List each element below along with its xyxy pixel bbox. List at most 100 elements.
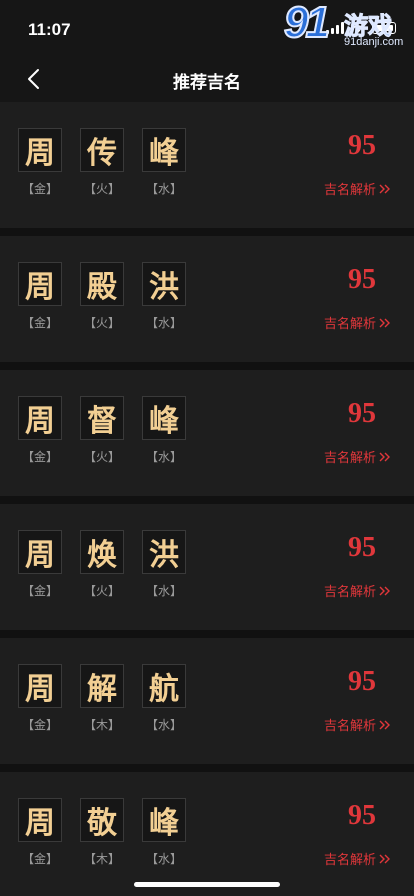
double-chevron-right-icon [379, 720, 390, 729]
name-analysis-link[interactable]: 吉名解析 [324, 313, 392, 332]
character-column: 洪 【水】 [142, 530, 186, 599]
home-indicator[interactable] [134, 882, 280, 887]
five-element-label: 【水】 [145, 852, 182, 866]
name-character: 敬 [80, 798, 124, 842]
character-column: 焕 【火】 [80, 530, 124, 599]
name-characters: 周 【金】 传 【火】 峰 【水】 [18, 128, 204, 197]
double-chevron-right-icon [379, 184, 390, 193]
character-column: 峰 【水】 [142, 128, 186, 197]
character-column: 周 【金】 [18, 664, 62, 733]
name-card[interactable]: 周 【金】 焕 【火】 洪 【水】 95 吉名解析 [0, 504, 414, 630]
name-character: 周 [18, 798, 62, 842]
name-character: 解 [80, 664, 124, 708]
screen: 11:07 91 游戏 91danji.com 推荐吉名 周 【金】 传 【火】… [0, 0, 414, 896]
five-element-label: 【水】 [145, 584, 182, 598]
site-watermark-logo: 91 游戏 91danji.com [282, 0, 410, 54]
name-character: 传 [80, 128, 124, 172]
page-title: 推荐吉名 [173, 73, 241, 93]
name-character: 周 [18, 262, 62, 306]
five-element-label: 【木】 [83, 718, 120, 732]
name-character: 洪 [142, 262, 186, 306]
name-card[interactable]: 周 【金】 传 【火】 峰 【水】 95 吉名解析 [0, 102, 414, 228]
name-character: 峰 [142, 798, 186, 842]
name-character: 焕 [80, 530, 124, 574]
name-score: 95 [348, 532, 376, 563]
analysis-label: 吉名解析 [323, 585, 376, 600]
five-element-label: 【金】 [21, 316, 58, 330]
name-character: 周 [18, 128, 62, 172]
character-column: 周 【金】 [18, 396, 62, 465]
name-list: 周 【金】 传 【火】 峰 【水】 95 吉名解析 周 【金】 殿 【火】 洪 … [0, 102, 414, 896]
status-time: 11:07 [28, 20, 71, 39]
navigation-bar: 推荐吉名 [0, 56, 414, 102]
five-element-label: 【金】 [21, 718, 58, 732]
double-chevron-right-icon [379, 318, 390, 327]
five-element-label: 【火】 [83, 182, 120, 196]
character-column: 峰 【水】 [142, 798, 186, 867]
name-card[interactable]: 周 【金】 殿 【火】 洪 【水】 95 吉名解析 [0, 236, 414, 362]
double-chevron-right-icon [379, 586, 390, 595]
character-column: 殿 【火】 [80, 262, 124, 331]
name-analysis-link[interactable]: 吉名解析 [324, 715, 392, 734]
five-element-label: 【水】 [145, 316, 182, 330]
character-column: 解 【木】 [80, 664, 124, 733]
five-element-label: 【金】 [21, 450, 58, 464]
five-element-label: 【水】 [145, 718, 182, 732]
name-card[interactable]: 周 【金】 解 【木】 航 【水】 95 吉名解析 [0, 638, 414, 764]
name-analysis-link[interactable]: 吉名解析 [324, 179, 392, 198]
name-character: 峰 [142, 128, 186, 172]
name-score: 95 [348, 130, 376, 161]
name-characters: 周 【金】 督 【火】 峰 【水】 [18, 396, 204, 465]
name-character: 周 [18, 396, 62, 440]
five-element-label: 【水】 [145, 450, 182, 464]
name-analysis-link[interactable]: 吉名解析 [324, 849, 392, 868]
character-column: 峰 【水】 [142, 396, 186, 465]
character-column: 周 【金】 [18, 128, 62, 197]
name-card[interactable]: 周 【金】 敬 【木】 峰 【水】 95 吉名解析 [0, 772, 414, 896]
watermark-number: 91 [283, 0, 331, 48]
name-characters: 周 【金】 焕 【火】 洪 【水】 [18, 530, 204, 599]
name-analysis-link[interactable]: 吉名解析 [324, 447, 392, 466]
watermark-domain: 91danji.com [344, 36, 404, 48]
name-card[interactable]: 周 【金】 督 【火】 峰 【水】 95 吉名解析 [0, 370, 414, 496]
name-analysis-link[interactable]: 吉名解析 [324, 581, 392, 600]
five-element-label: 【火】 [83, 450, 120, 464]
five-element-label: 【金】 [21, 852, 58, 866]
analysis-label: 吉名解析 [323, 853, 376, 868]
five-element-label: 【木】 [83, 852, 120, 866]
name-characters: 周 【金】 敬 【木】 峰 【水】 [18, 798, 204, 867]
five-element-label: 【水】 [145, 182, 182, 196]
analysis-label: 吉名解析 [323, 719, 376, 734]
analysis-label: 吉名解析 [323, 183, 376, 198]
name-score: 95 [348, 398, 376, 429]
character-column: 周 【金】 [18, 262, 62, 331]
name-character: 督 [80, 396, 124, 440]
status-bar: 11:07 91 游戏 91danji.com [0, 0, 414, 56]
double-chevron-right-icon [379, 854, 390, 863]
name-characters: 周 【金】 解 【木】 航 【水】 [18, 664, 204, 733]
character-column: 敬 【木】 [80, 798, 124, 867]
name-character: 周 [18, 664, 62, 708]
name-score: 95 [348, 666, 376, 697]
name-character: 峰 [142, 396, 186, 440]
analysis-label: 吉名解析 [323, 451, 376, 466]
five-element-label: 【火】 [83, 316, 120, 330]
name-character: 周 [18, 530, 62, 574]
name-character: 航 [142, 664, 186, 708]
five-element-label: 【火】 [83, 584, 120, 598]
five-element-label: 【金】 [21, 182, 58, 196]
name-characters: 周 【金】 殿 【火】 洪 【水】 [18, 262, 204, 331]
character-column: 传 【火】 [80, 128, 124, 197]
analysis-label: 吉名解析 [323, 317, 376, 332]
character-column: 航 【水】 [142, 664, 186, 733]
character-column: 周 【金】 [18, 530, 62, 599]
character-column: 洪 【水】 [142, 262, 186, 331]
character-column: 督 【火】 [80, 396, 124, 465]
double-chevron-right-icon [379, 452, 390, 461]
name-character: 洪 [142, 530, 186, 574]
name-score: 95 [348, 264, 376, 295]
character-column: 周 【金】 [18, 798, 62, 867]
five-element-label: 【金】 [21, 584, 58, 598]
name-score: 95 [348, 800, 376, 831]
name-character: 殿 [80, 262, 124, 306]
